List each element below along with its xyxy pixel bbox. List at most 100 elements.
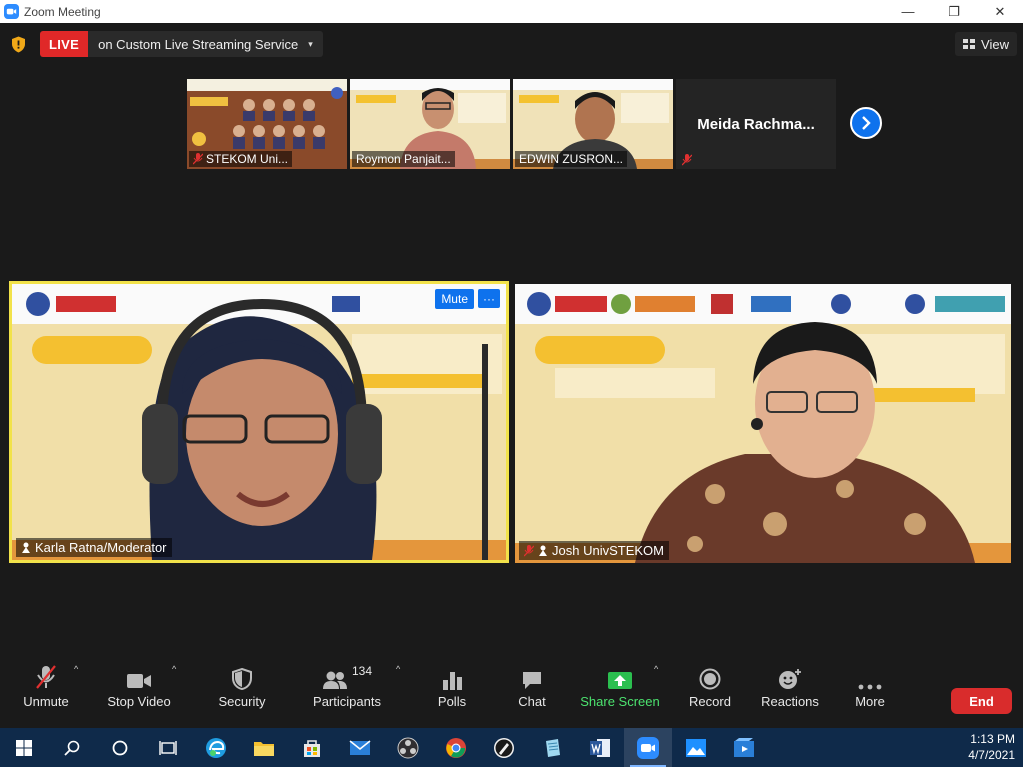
search-icon [64, 740, 80, 756]
chevron-right-icon [862, 116, 871, 130]
record-label: Record [689, 694, 731, 709]
mute-participant-button[interactable]: Mute [435, 289, 474, 309]
taskbar-obs[interactable] [384, 728, 432, 767]
zoom-app-icon [4, 4, 19, 19]
taskbar-notepad[interactable] [528, 728, 576, 767]
chat-label: Chat [518, 694, 546, 709]
participant-tile[interactable]: Roymon Panjait... [350, 79, 510, 169]
participant-name: EDWIN ZUSRON... [519, 152, 623, 166]
chat-bubble-icon [523, 672, 541, 689]
store-bag-icon [304, 739, 320, 757]
participant-name-tag: Karla Ratna/Moderator [16, 538, 172, 557]
mic-off-icon [36, 665, 56, 689]
zoom-camera-icon [637, 736, 659, 759]
participant-name-tag: Roymon Panjait... [352, 151, 455, 167]
taskbar-edge[interactable] [192, 728, 240, 767]
share-screen-icon [608, 672, 632, 689]
encryption-shield-icon[interactable] [11, 36, 26, 53]
audio-options-caret[interactable]: ^ [74, 664, 78, 674]
mic-off-icon [682, 154, 692, 166]
security-label: Security [218, 694, 266, 709]
taskbar-mail[interactable] [336, 728, 384, 767]
stop-video-button[interactable]: Stop Video [106, 652, 172, 728]
speaker-video [515, 284, 1011, 563]
notepad-icon [546, 738, 560, 757]
reactions-button[interactable]: Reactions [761, 652, 819, 728]
polls-button[interactable]: Polls [435, 652, 469, 728]
moderator-video [12, 284, 506, 560]
taskbar-inkscape[interactable] [480, 728, 528, 767]
windows-logo-icon [16, 739, 32, 756]
live-service-dropdown[interactable]: on Custom Live Streaming Service ▾ [88, 31, 323, 57]
record-button[interactable]: Record [689, 652, 731, 728]
participant-tile[interactable]: EDWIN ZUSRON... [513, 79, 673, 169]
participant-strip: STEKOM Uni... Roymon Panjait... EDWIN ZU… [187, 79, 836, 169]
speaker-tile[interactable]: Josh UnivSTEKOM [515, 284, 1011, 563]
maximize-button[interactable]: ❐ [931, 0, 977, 23]
smiley-plus-icon [779, 669, 801, 689]
record-icon [699, 668, 721, 690]
participant-count: 134 [351, 664, 373, 678]
taskbar-zoom[interactable] [624, 728, 672, 767]
cortana-circle-icon [112, 740, 128, 755]
security-shield-icon [232, 668, 252, 690]
chrome-browser-icon [446, 737, 466, 758]
participants-icon [322, 671, 347, 689]
security-button[interactable]: Security [215, 652, 269, 728]
share-screen-button[interactable]: Share Screen [580, 652, 660, 728]
participant-name-tag: EDWIN ZUSRON... [515, 151, 627, 167]
mic-off-icon [193, 153, 203, 165]
participant-tile[interactable]: Meida Rachma... [676, 79, 836, 169]
participant-name: Josh UnivSTEKOM [552, 543, 664, 558]
live-stream-indicator[interactable]: LIVE on Custom Live Streaming Service ▾ [40, 31, 323, 57]
taskbar-file-explorer[interactable] [240, 728, 288, 767]
window-controls: — ❐ ✕ [885, 0, 1023, 23]
ellipsis-icon [858, 684, 882, 690]
cohost-icon [539, 545, 547, 556]
pen-tool-icon [494, 737, 514, 758]
folder-icon [254, 741, 274, 756]
word-document-icon [590, 738, 610, 757]
system-clock[interactable]: 1:13 PM 4/7/2021 [968, 731, 1015, 763]
view-button[interactable]: View [955, 32, 1017, 56]
live-service-label: on Custom Live Streaming Service [98, 36, 299, 52]
cortana-button[interactable] [96, 728, 144, 767]
participant-tile[interactable]: STEKOM Uni... [187, 79, 347, 169]
unmute-label: Unmute [23, 694, 69, 709]
video-options-caret[interactable]: ^ [172, 664, 176, 674]
taskbar-store[interactable] [288, 728, 336, 767]
task-view-button[interactable] [144, 728, 192, 767]
host-icon [22, 542, 30, 553]
taskbar-photos[interactable] [672, 728, 720, 767]
more-button[interactable]: More [855, 652, 885, 728]
minimize-button[interactable]: — [885, 0, 931, 23]
participants-options-caret[interactable]: ^ [396, 664, 400, 674]
participant-name-tag [678, 153, 696, 167]
participants-button[interactable]: 134 Participants [312, 652, 382, 728]
next-page-button[interactable] [850, 107, 882, 139]
clock-date: 4/7/2021 [968, 748, 1015, 762]
end-meeting-button[interactable]: End [951, 688, 1012, 714]
clock-time: 1:13 PM [970, 732, 1015, 746]
reactions-label: Reactions [761, 694, 819, 709]
taskbar-video-editor[interactable] [720, 728, 768, 767]
window-titlebar: Zoom Meeting — ❐ ✕ [0, 0, 1023, 23]
more-options-button[interactable]: ··· [478, 289, 500, 308]
video-editor-icon [734, 737, 754, 757]
unmute-button[interactable]: Unmute [20, 652, 72, 728]
live-badge: LIVE [40, 31, 89, 57]
task-view-icon [159, 740, 177, 755]
close-button[interactable]: ✕ [977, 0, 1023, 23]
grid-view-icon [963, 38, 976, 49]
mail-envelope-icon [349, 739, 371, 755]
share-options-caret[interactable]: ^ [654, 664, 658, 674]
taskbar-chrome[interactable] [432, 728, 480, 767]
active-speaker-tile[interactable]: Mute ··· Karla Ratna/Moderator [9, 281, 509, 563]
polls-icon [443, 672, 462, 690]
view-label: View [981, 36, 1009, 52]
taskbar-word[interactable] [576, 728, 624, 767]
start-button[interactable] [0, 728, 48, 767]
search-button[interactable] [48, 728, 96, 767]
participant-name: Meida Rachma... [697, 115, 815, 133]
chat-button[interactable]: Chat [516, 652, 548, 728]
